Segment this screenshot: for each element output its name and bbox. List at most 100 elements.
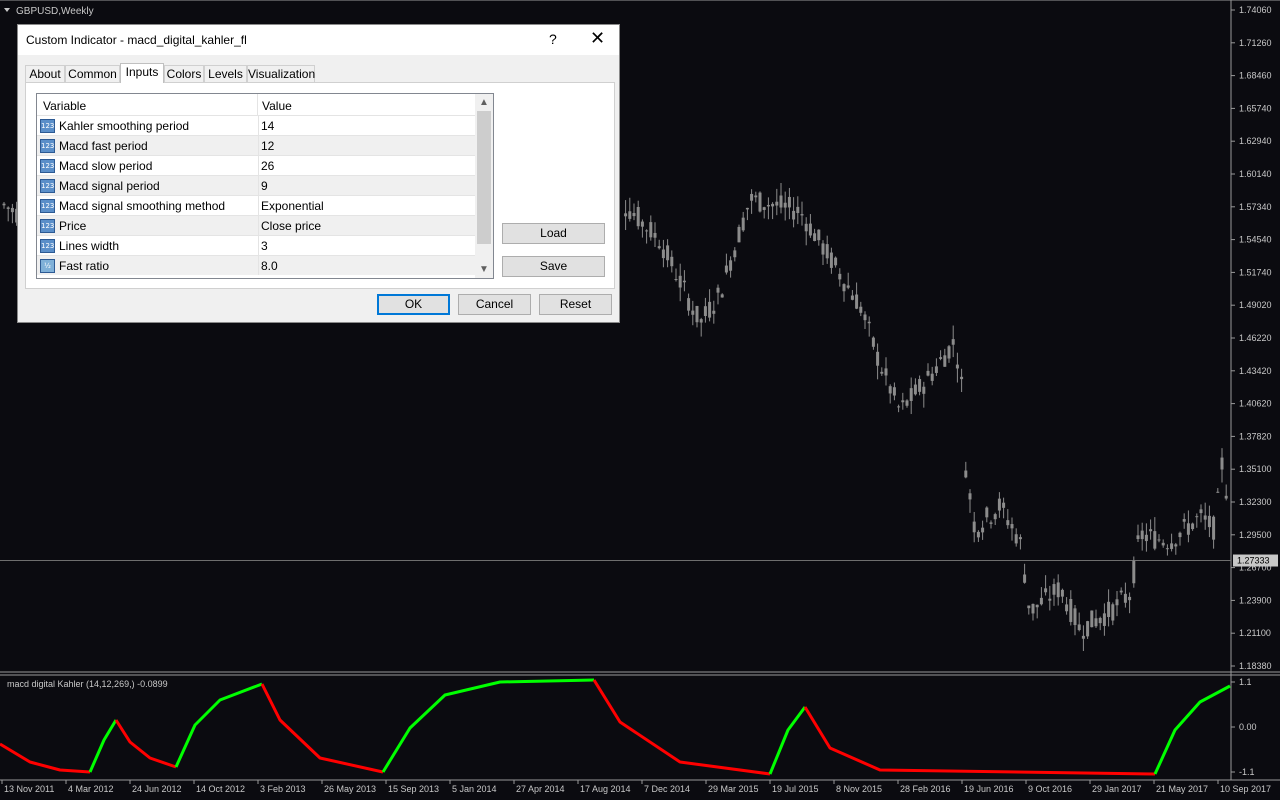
candle-body bbox=[1140, 530, 1144, 540]
time-tick-label: 17 Aug 2014 bbox=[580, 784, 631, 794]
candle-body bbox=[922, 386, 926, 394]
candle-body bbox=[1006, 520, 1010, 526]
param-value: 14 bbox=[261, 119, 275, 133]
candle-body bbox=[636, 206, 640, 227]
tab-visualization[interactable]: Visualization bbox=[247, 65, 315, 82]
candle-body bbox=[1052, 584, 1056, 595]
param-value-cell[interactable]: 26 bbox=[258, 156, 475, 175]
candle-body bbox=[1027, 605, 1031, 609]
candle-body bbox=[783, 202, 787, 208]
param-value: Exponential bbox=[261, 199, 324, 213]
time-tick-label: 10 Sep 2017 bbox=[1220, 784, 1271, 794]
tab-about[interactable]: About bbox=[25, 65, 65, 82]
price-tick-label: 1.40620 bbox=[1239, 399, 1272, 409]
param-value-cell[interactable]: 14 bbox=[258, 116, 475, 135]
candle-body bbox=[846, 285, 850, 288]
parameters-grid: Variable Value 123 Kahler smoothing peri… bbox=[36, 93, 494, 279]
grid-header: Variable Value bbox=[37, 94, 475, 115]
candle-body bbox=[871, 337, 875, 347]
time-tick-label: 29 Jan 2017 bbox=[1092, 784, 1142, 794]
candle-body bbox=[1149, 529, 1153, 532]
time-tick-label: 21 May 2017 bbox=[1156, 784, 1208, 794]
param-value: 9 bbox=[261, 179, 268, 193]
time-tick-label: 5 Jan 2014 bbox=[452, 784, 497, 794]
candle-body bbox=[939, 357, 943, 359]
candle-body bbox=[653, 232, 657, 238]
double-param-icon: ½ bbox=[40, 259, 55, 273]
value-column-header[interactable]: Value bbox=[262, 99, 292, 113]
param-value: Close price bbox=[261, 219, 322, 233]
candle-body bbox=[855, 294, 859, 309]
candle-body bbox=[695, 305, 699, 323]
dialog-title: Custom Indicator - macd_digital_kahler_f… bbox=[26, 33, 247, 47]
grid-scrollbar[interactable]: ▲ ▼ bbox=[475, 94, 493, 278]
candle-body bbox=[842, 284, 846, 292]
candle-body bbox=[733, 250, 737, 258]
integer-param-icon: 123 bbox=[40, 199, 55, 213]
candle-body bbox=[666, 245, 670, 261]
param-row-macd-fast-period[interactable]: 123 Macd fast period 12 bbox=[37, 135, 475, 155]
scroll-down-icon[interactable]: ▼ bbox=[475, 261, 493, 278]
param-row-kahler-smoothing-period[interactable]: 123 Kahler smoothing period 14 bbox=[37, 115, 475, 135]
scroll-up-icon[interactable]: ▲ bbox=[475, 94, 493, 111]
candle-body bbox=[1014, 534, 1018, 544]
candle-body bbox=[1161, 542, 1165, 546]
candle-body bbox=[876, 351, 880, 366]
param-row-macd-signal-smoothing-method[interactable]: 123 Macd signal smoothing method Exponen… bbox=[37, 195, 475, 215]
candle-body bbox=[661, 249, 665, 259]
cancel-button[interactable]: Cancel bbox=[458, 294, 531, 315]
candle-body bbox=[6, 207, 10, 209]
candle-body bbox=[758, 192, 762, 212]
ok-button[interactable]: OK bbox=[377, 294, 450, 315]
candle-body bbox=[645, 230, 649, 232]
candle-body bbox=[813, 233, 817, 241]
candle-body bbox=[1065, 604, 1069, 612]
param-value-cell[interactable]: 3 bbox=[258, 236, 475, 255]
candle-body bbox=[1123, 593, 1127, 603]
candle-body bbox=[1157, 539, 1161, 541]
param-value-cell[interactable]: Exponential bbox=[258, 196, 475, 215]
param-value-cell[interactable]: Close price bbox=[258, 216, 475, 235]
tab-common[interactable]: Common bbox=[65, 65, 120, 82]
candle-body bbox=[1044, 588, 1048, 593]
integer-param-icon: 123 bbox=[40, 219, 55, 233]
param-row-fast-ratio[interactable]: ½ Fast ratio 8.0 bbox=[37, 255, 475, 275]
time-tick-label: 14 Oct 2012 bbox=[196, 784, 245, 794]
param-row-price[interactable]: 123 Price Close price bbox=[37, 215, 475, 235]
time-tick-label: 9 Oct 2016 bbox=[1028, 784, 1072, 794]
param-value-cell[interactable]: 8.0 bbox=[258, 256, 475, 275]
close-icon[interactable]: ✕ bbox=[590, 28, 605, 49]
candle-body bbox=[1039, 597, 1043, 605]
help-icon[interactable]: ? bbox=[549, 31, 557, 47]
reset-button[interactable]: Reset bbox=[539, 294, 612, 315]
dialog-title-bar: Custom Indicator - macd_digital_kahler_f… bbox=[18, 25, 619, 55]
candle-body bbox=[1060, 589, 1064, 597]
param-name: Price bbox=[59, 219, 87, 233]
load-button[interactable]: Load bbox=[502, 223, 605, 244]
candle-body bbox=[955, 364, 959, 369]
scroll-thumb[interactable] bbox=[477, 111, 491, 244]
candle-body bbox=[699, 319, 703, 323]
tab-inputs[interactable]: Inputs bbox=[120, 63, 164, 83]
indicator-tick-label: -1.1 bbox=[1239, 767, 1255, 777]
candle-body bbox=[1031, 603, 1035, 614]
tab-colors[interactable]: Colors bbox=[164, 65, 204, 82]
variable-column-header[interactable]: Variable bbox=[43, 99, 86, 113]
price-tick-label: 1.51740 bbox=[1239, 267, 1272, 277]
candle-body bbox=[787, 196, 791, 208]
time-tick-label: 27 Apr 2014 bbox=[516, 784, 565, 794]
candle-body bbox=[1010, 524, 1014, 529]
param-row-lines-width[interactable]: 123 Lines width 3 bbox=[37, 235, 475, 255]
candle-body bbox=[838, 273, 842, 280]
param-name: Macd fast period bbox=[59, 139, 148, 153]
tab-levels[interactable]: Levels bbox=[204, 65, 247, 82]
candle-body bbox=[1056, 582, 1060, 598]
param-value-cell[interactable]: 9 bbox=[258, 176, 475, 195]
param-row-macd-signal-period[interactable]: 123 Macd signal period 9 bbox=[37, 175, 475, 195]
param-value-cell[interactable]: 12 bbox=[258, 136, 475, 155]
param-row-macd-slow-period[interactable]: 123 Macd slow period 26 bbox=[37, 155, 475, 175]
candle-body bbox=[934, 366, 938, 373]
inputs-panel: Variable Value 123 Kahler smoothing peri… bbox=[25, 82, 615, 289]
candle-body bbox=[750, 193, 754, 201]
save-button[interactable]: Save bbox=[502, 256, 605, 277]
